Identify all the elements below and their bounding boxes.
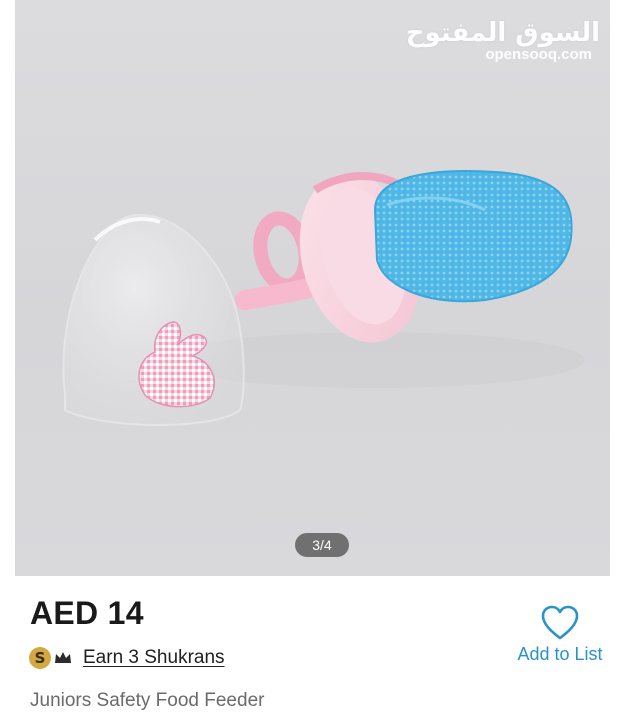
product-price: AED 14	[30, 595, 144, 631]
shukran-badge-icon: S	[29, 647, 51, 669]
product-image-gallery[interactable]: السوق المفتوح opensooq.com 3/4	[15, 0, 610, 576]
product-image	[62, 169, 585, 426]
crown-icon	[55, 652, 71, 663]
opensooq-watermark: السوق المفتوح opensooq.com	[405, 18, 601, 63]
shukran-rewards: S Earn 3 Shukrans	[29, 645, 225, 671]
watermark-site-text: opensooq.com	[485, 46, 592, 63]
add-to-list-label: Add to List	[517, 644, 603, 664]
image-page-indicator: 3/4	[295, 533, 349, 557]
heart-icon	[541, 605, 579, 640]
add-to-list-button[interactable]: Add to List	[510, 605, 610, 665]
watermark-arabic-text: السوق المفتوح	[405, 18, 601, 48]
earn-shukrans-link[interactable]: Earn 3 Shukrans	[83, 647, 225, 669]
product-name: Juniors Safety Food Feeder	[30, 690, 265, 711]
